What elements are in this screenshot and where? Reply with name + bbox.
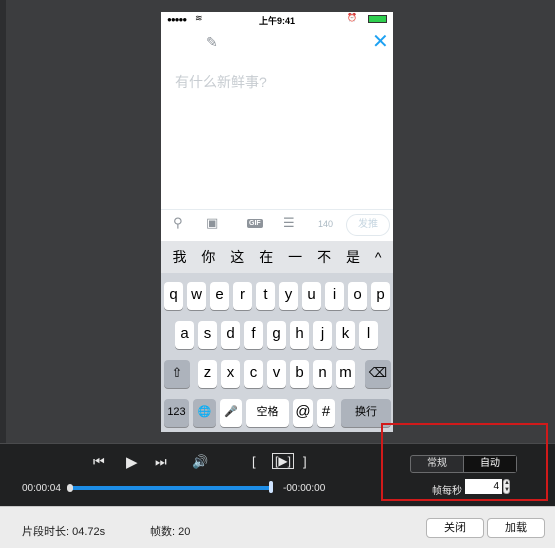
remaining-time: -00:00:00 [283, 483, 326, 494]
key-r[interactable]: r [233, 282, 252, 310]
key-f[interactable]: f [244, 321, 263, 349]
delete-key[interactable]: ⌫ [365, 360, 391, 388]
status-time: 上午9:41 [258, 16, 295, 26]
key-j[interactable]: j [313, 321, 332, 349]
alarm-icon: ⏰ [347, 13, 357, 22]
key-x[interactable]: x [221, 360, 240, 388]
key-o[interactable]: o [348, 282, 367, 310]
skip-forward-icon[interactable]: ⏭ [155, 454, 167, 470]
trim-end-icon[interactable]: ] [303, 454, 307, 469]
load-button[interactable]: 加载 [487, 518, 545, 538]
compose-icon: ✎ [206, 34, 218, 50]
candidate-5[interactable]: 一 [288, 247, 302, 267]
timeline-playhead[interactable] [269, 481, 273, 493]
location-icon[interactable]: ⚲ [173, 215, 183, 231]
candidate-7[interactable]: 是 [346, 247, 360, 267]
key-s[interactable]: s [198, 321, 217, 349]
key-a[interactable]: a [175, 321, 194, 349]
at-key[interactable]: @ [293, 399, 313, 427]
stage-edge [0, 0, 6, 443]
footer-bar: 片段时长: 04.72s 帧数: 20 关闭 加载 [0, 506, 555, 548]
hash-key[interactable]: # [317, 399, 335, 427]
candidate-6[interactable]: 不 [317, 247, 331, 267]
close-button[interactable]: 关闭 [426, 518, 484, 538]
key-e[interactable]: e [210, 282, 229, 310]
key-i[interactable]: i [325, 282, 344, 310]
trim-start-icon[interactable]: [ [252, 454, 256, 469]
key-n[interactable]: n [313, 360, 332, 388]
key-h[interactable]: h [290, 321, 309, 349]
shift-key[interactable]: ⇧ [164, 360, 190, 388]
clip-duration: 片段时长: 04.72s [22, 526, 106, 538]
key-c[interactable]: c [244, 360, 263, 388]
volume-icon[interactable]: 🔊 [192, 454, 208, 470]
key-b[interactable]: b [290, 360, 309, 388]
candidate-4[interactable]: 在 [259, 247, 273, 267]
preview-stage: ●●●●● ≋ 上午9:41 ⏰ ✎ ✕ 有什么新鲜事? ⚲ ▣ GIF ☰ 1… [0, 0, 555, 443]
key-g[interactable]: g [267, 321, 286, 349]
key-t[interactable]: t [256, 282, 275, 310]
trim-selection-icon[interactable]: [▶] [272, 453, 294, 469]
timeline-start-handle[interactable] [67, 484, 73, 492]
timeline-track[interactable] [69, 486, 273, 490]
candidate-bar: 我 你 这 在 一 不 是 ^ [161, 241, 393, 273]
gif-icon[interactable]: GIF [247, 219, 263, 228]
numbers-key[interactable]: 123 [164, 399, 189, 427]
play-icon[interactable]: ▶ [126, 453, 138, 471]
keyboard: q w e r t y u i o p a s d f g h j k l ⇧ … [161, 273, 393, 432]
poll-icon[interactable]: ☰ [283, 215, 295, 231]
battery-icon [368, 15, 387, 23]
mic-key[interactable]: 🎤 [220, 399, 242, 427]
camera-icon[interactable]: ▣ [206, 215, 218, 231]
close-icon[interactable]: ✕ [372, 32, 389, 52]
key-m[interactable]: m [336, 360, 355, 388]
skip-back-icon[interactable]: ⏮ [93, 454, 105, 470]
frame-count: 帧数: 20 [150, 526, 191, 538]
space-key[interactable]: 空格 [246, 399, 289, 427]
key-u[interactable]: u [302, 282, 321, 310]
expand-candidates-icon[interactable]: ^ [375, 249, 382, 265]
highlight-box [381, 423, 548, 501]
phone-preview: ●●●●● ≋ 上午9:41 ⏰ ✎ ✕ 有什么新鲜事? ⚲ ▣ GIF ☰ 1… [161, 12, 393, 432]
current-time: 00:00:04 [22, 483, 61, 494]
key-y[interactable]: y [279, 282, 298, 310]
status-bar: ●●●●● ≋ 上午9:41 ⏰ [161, 12, 393, 26]
compose-toolbar: ⚲ ▣ GIF ☰ 140 发推 [161, 209, 393, 239]
candidate-1[interactable]: 我 [172, 247, 186, 267]
key-k[interactable]: k [336, 321, 355, 349]
globe-key[interactable]: 🌐 [193, 399, 216, 427]
tweet-placeholder[interactable]: 有什么新鲜事? [175, 72, 267, 92]
key-p[interactable]: p [371, 282, 390, 310]
key-w[interactable]: w [187, 282, 206, 310]
candidate-3[interactable]: 这 [230, 247, 244, 267]
key-v[interactable]: v [267, 360, 286, 388]
key-q[interactable]: q [164, 282, 183, 310]
key-d[interactable]: d [221, 321, 240, 349]
char-count: 140 [318, 219, 334, 229]
send-button[interactable]: 发推 [346, 214, 390, 236]
key-l[interactable]: l [359, 321, 378, 349]
candidate-2[interactable]: 你 [201, 247, 215, 267]
key-z[interactable]: z [198, 360, 217, 388]
